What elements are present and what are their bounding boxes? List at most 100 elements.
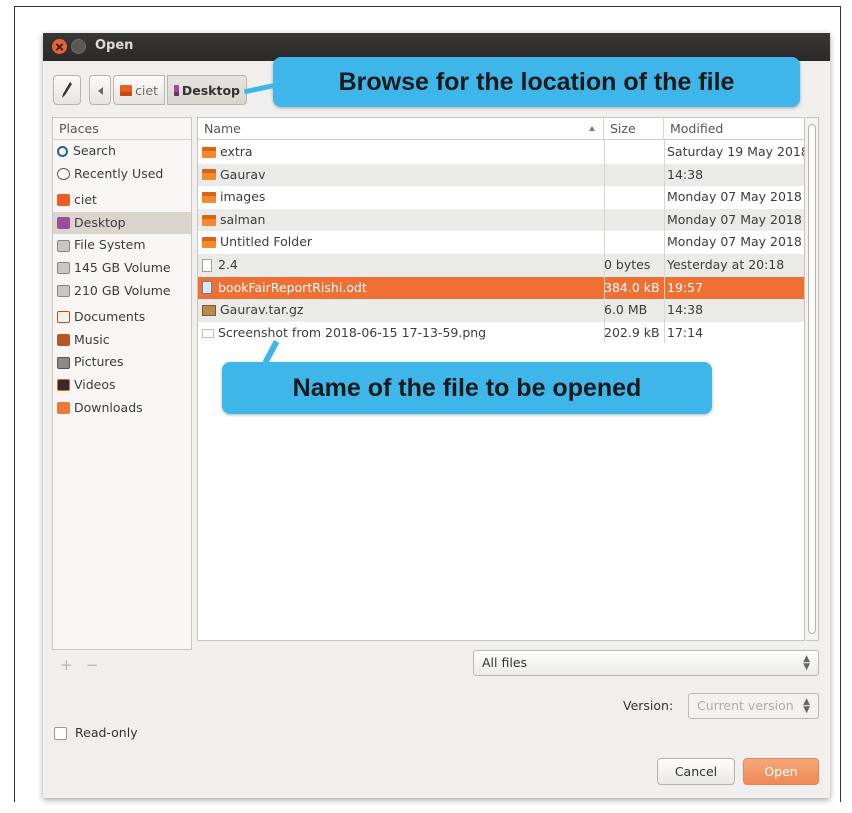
close-icon[interactable] xyxy=(52,39,67,54)
page-frame-top xyxy=(14,6,841,7)
file-size: 202.9 kB xyxy=(604,324,660,340)
file-name-cell: salman xyxy=(202,209,598,232)
file-size: 384.0 kB xyxy=(604,279,660,295)
file-row[interactable]: bookFairReportRishi.odt 384.0 kB 19:57 xyxy=(198,276,804,300)
folder-icon xyxy=(202,237,216,249)
drive-icon xyxy=(57,262,70,275)
path-back-button[interactable] xyxy=(89,75,111,105)
sidebar-item-ciet[interactable]: ciet xyxy=(53,189,191,212)
window-title: Open xyxy=(95,38,134,53)
cancel-button[interactable]: Cancel xyxy=(657,758,735,785)
sidebar-item-search[interactable]: Search xyxy=(53,140,191,163)
documents-icon xyxy=(57,311,70,324)
filter-value: All files xyxy=(482,655,528,670)
file-modified: Monday 07 May 2018 xyxy=(667,189,802,205)
file-row[interactable]: Gaurav 14:38 xyxy=(198,163,804,187)
file-modified: 14:38 xyxy=(667,302,704,318)
readonly-label[interactable]: Read-only xyxy=(75,725,138,740)
callout-name: Name of the file to be opened xyxy=(222,362,712,414)
sidebar-item-label: Search xyxy=(73,143,116,158)
column-divider xyxy=(664,140,665,344)
file-name: bookFairReportRishi.odt xyxy=(218,279,367,295)
file-name: images xyxy=(220,189,266,205)
minimize-icon[interactable] xyxy=(71,39,86,54)
crumb-desktop[interactable]: Desktop xyxy=(167,75,247,105)
document-icon xyxy=(202,258,212,272)
file-size xyxy=(604,186,664,209)
file-row[interactable]: Gaurav.tar.gz 6.0 MB 14:38 xyxy=(198,299,804,322)
file-name-cell: 2.4 xyxy=(202,254,598,277)
readonly-checkbox[interactable] xyxy=(54,727,67,740)
version-select[interactable]: Current version ▲ ▼ xyxy=(688,693,819,719)
scrollbar-thumb[interactable] xyxy=(808,124,816,634)
file-name-cell: Gaurav.tar.gz xyxy=(202,299,598,322)
crumb-label: Desktop xyxy=(181,82,240,98)
sidebar-item-label: ciet xyxy=(74,192,97,208)
file-name: Screenshot from 2018-06-15 17-13-59.png xyxy=(218,324,487,340)
file-modified: 17:14 xyxy=(667,324,704,340)
sidebar-item-recently-used[interactable]: Recently Used xyxy=(53,163,191,186)
sidebar-item-documents[interactable]: Documents xyxy=(53,306,191,329)
chevron-left-icon xyxy=(98,87,103,95)
remove-place-button[interactable]: − xyxy=(86,656,99,674)
file-row[interactable]: 2.4 0 bytes Yesterday at 20:18 xyxy=(198,254,804,277)
folder-icon xyxy=(202,191,216,203)
desktop-icon xyxy=(174,84,179,96)
file-size xyxy=(604,209,664,232)
places-header: Places xyxy=(53,118,191,140)
file-modified: 14:38 xyxy=(667,166,704,182)
sidebar-item-pictures[interactable]: Pictures xyxy=(53,351,191,374)
version-label: Version: xyxy=(623,698,674,713)
archive-icon xyxy=(202,304,216,316)
file-modified: Monday 07 May 2018 xyxy=(667,234,802,250)
sidebar-item-label: Desktop xyxy=(74,214,126,230)
file-size: 0 bytes xyxy=(604,257,651,272)
file-row[interactable]: images Monday 07 May 2018 xyxy=(198,186,804,209)
column-header-name[interactable]: Name xyxy=(198,118,604,140)
pencil-icon xyxy=(62,82,72,98)
file-name: extra xyxy=(220,144,253,159)
version-value: Current version xyxy=(697,698,794,713)
open-button[interactable]: Open xyxy=(743,758,819,785)
sidebar-item-label: 145 GB Volume xyxy=(74,259,171,275)
sidebar-item-label: Videos xyxy=(74,376,116,392)
file-modified: Yesterday at 20:18 xyxy=(667,257,785,272)
videos-icon xyxy=(57,379,70,392)
file-name: Untitled Folder xyxy=(220,234,313,250)
file-name-cell: extra xyxy=(202,141,598,164)
sidebar-item-file-system[interactable]: File System xyxy=(53,234,191,257)
crumb-ciet[interactable]: ciet xyxy=(113,75,165,105)
file-name: Gaurav.tar.gz xyxy=(220,302,304,318)
file-row[interactable]: salman Monday 07 May 2018 xyxy=(198,208,804,232)
file-row[interactable]: Untitled Folder Monday 07 May 2018 xyxy=(198,231,804,254)
file-name: salman xyxy=(220,211,266,227)
sidebar-item-desktop[interactable]: Desktop xyxy=(53,211,191,235)
sidebar-item-videos[interactable]: Videos xyxy=(53,374,191,397)
crumb-label: ciet xyxy=(135,82,158,98)
add-place-button[interactable]: + xyxy=(60,656,73,674)
file-name-cell: Gaurav xyxy=(202,164,598,187)
file-name: 2.4 xyxy=(218,257,238,272)
file-name-cell: images xyxy=(202,186,598,209)
downloads-icon xyxy=(57,401,70,414)
file-row[interactable]: Screenshot from 2018-06-15 17-13-59.png 2… xyxy=(198,322,804,345)
file-modified: 19:57 xyxy=(667,279,704,295)
sidebar-item-145-gb-volume[interactable]: 145 GB Volume xyxy=(53,257,191,280)
sidebar-item-music[interactable]: Music xyxy=(53,329,191,352)
odt-document-icon xyxy=(202,281,212,295)
type-location-button[interactable] xyxy=(53,75,81,105)
sidebar-item-210-gb-volume[interactable]: 210 GB Volume xyxy=(53,280,191,303)
updown-icon: ▲ ▼ xyxy=(803,697,810,715)
file-name-cell: Screenshot from 2018-06-15 17-13-59.png xyxy=(202,322,598,345)
file-modified: Saturday 19 May 2018 xyxy=(667,144,804,159)
file-list-scrollbar[interactable] xyxy=(806,117,819,641)
file-row[interactable]: extra Saturday 19 May 2018 xyxy=(198,141,804,164)
sidebar-item-label: Pictures xyxy=(74,354,124,370)
column-header-modified[interactable]: Modified xyxy=(664,118,804,140)
image-icon xyxy=(202,328,214,338)
sidebar-item-label: 210 GB Volume xyxy=(74,282,171,298)
sidebar-item-downloads[interactable]: Downloads xyxy=(53,397,191,420)
file-type-filter[interactable]: All files ▲ ▼ xyxy=(473,650,819,676)
column-header-size[interactable]: Size xyxy=(604,118,664,140)
desktop-icon xyxy=(57,217,70,230)
